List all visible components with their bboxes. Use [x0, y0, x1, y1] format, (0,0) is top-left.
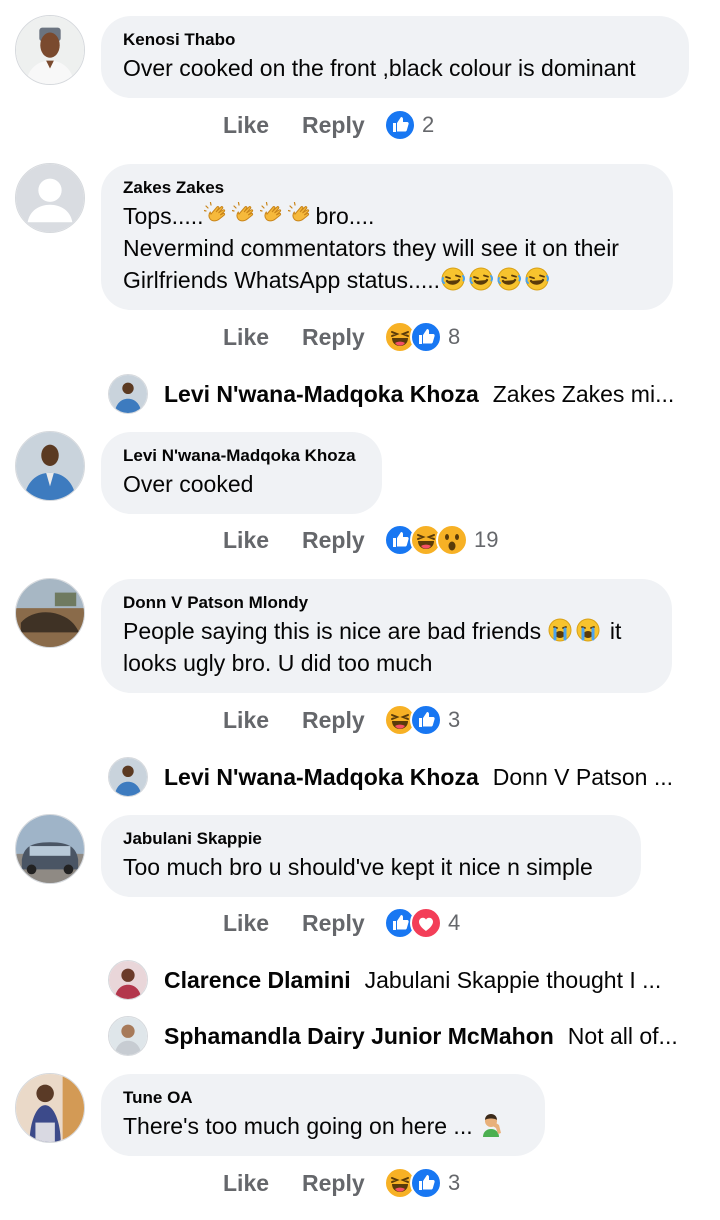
like-reaction-icon [410, 1167, 442, 1199]
avatar-donn-v-patson-mlondy[interactable] [15, 578, 85, 648]
comment-text: Too much bro u should've kept it nice n … [123, 854, 593, 880]
comment-actions: Like Reply 19 [223, 524, 498, 556]
reply-button[interactable]: Reply [302, 707, 384, 734]
comment-text-segment: bro.... [315, 203, 375, 229]
reaction-count: 19 [474, 527, 499, 552]
comment-text-line: Girlfriends WhatsApp status..... [123, 264, 651, 296]
like-reaction-icon [384, 109, 416, 141]
comment-text: Over cooked [123, 471, 254, 497]
reply-button[interactable]: Reply [302, 112, 384, 139]
comment-text-line: looks ugly bro. U did too much [123, 650, 433, 676]
like-button[interactable]: Like [223, 527, 302, 554]
comment-text-line: Nevermind commentators they will see it … [123, 235, 619, 261]
comment-bubble: Tune OA There's too much going on here .… [101, 1074, 545, 1156]
comment-author[interactable]: Donn V Patson Mlondy [123, 593, 650, 613]
comment-actions: Like Reply 4 [223, 907, 460, 939]
avatar-clarence-dlamini [108, 960, 148, 1000]
reaction-summary[interactable]: 4 [384, 907, 460, 939]
reply-preview[interactable]: Clarence Dlamini Jabulani Skappie though… [108, 960, 683, 1000]
comment-text: Over cooked on the front ,black colour i… [123, 55, 636, 81]
comment-text: Tops..... bro.... [123, 200, 651, 232]
comment-text: People saying this is nice are bad frien… [123, 615, 650, 647]
reply-author: Clarence Dlamini [164, 966, 351, 993]
rolling-laughing-icon [524, 266, 550, 292]
reaction-summary[interactable]: 3 [384, 704, 460, 736]
comment-text-segment: Girlfriends WhatsApp status..... [123, 267, 441, 293]
avatar-levi-khoza[interactable] [15, 431, 85, 501]
reaction-summary[interactable]: 19 [384, 524, 498, 556]
comment-text-segment: Tops..... [123, 203, 204, 229]
reaction-count: 8 [448, 324, 461, 349]
reply-snippet: Jabulani Skappie thought I ... [364, 966, 662, 993]
reply-button[interactable]: Reply [302, 1170, 384, 1197]
reaction-summary[interactable]: 3 [384, 1167, 460, 1199]
reply-button[interactable]: Reply [302, 324, 384, 351]
comment-text: There's too much going on here ... [123, 1110, 523, 1142]
reply-button[interactable]: Reply [302, 527, 384, 554]
like-button[interactable]: Like [223, 112, 302, 139]
like-button[interactable]: Like [223, 1170, 302, 1197]
like-reaction-icon [410, 321, 442, 353]
comment-bubble: Zakes Zakes Tops..... bro.... Nevermind c… [101, 164, 673, 310]
reaction-count: 3 [448, 1170, 461, 1195]
wow-reaction-icon [436, 524, 468, 556]
comment-text-segment: There's too much going on here ... [123, 1113, 473, 1139]
reaction-count: 2 [422, 112, 435, 137]
comment-author[interactable]: Kenosi Thabo [123, 30, 667, 50]
avatar-zakes-zakes[interactable] [15, 163, 85, 233]
reply-snippet: Donn V Patson ... [492, 763, 674, 790]
rolling-laughing-icon [440, 266, 466, 292]
reply-author: Levi N'wana-Madqoka Khoza [164, 763, 479, 790]
reply-author: Levi N'wana-Madqoka Khoza [164, 380, 479, 407]
like-reaction-icon [410, 704, 442, 736]
comment-text-segment: it [609, 618, 622, 644]
like-button[interactable]: Like [223, 324, 302, 351]
clapping-hands-icon [232, 202, 258, 228]
reply-preview[interactable]: Levi N'wana-Madqoka Khoza Donn V Patson … [108, 757, 683, 797]
comment-bubble: Levi N'wana-Madqoka Khoza Over cooked [101, 432, 382, 514]
reply-preview[interactable]: Sphamandla Dairy Junior McMahon Not all … [108, 1016, 683, 1056]
comment-author[interactable]: Zakes Zakes [123, 178, 651, 198]
comment-text-segment: People saying this is nice are bad frien… [123, 618, 542, 644]
reply-snippet: Zakes Zakes mi... [492, 380, 675, 407]
avatar-tune-oa[interactable] [15, 1073, 85, 1143]
reply-button[interactable]: Reply [302, 910, 384, 937]
reply-author: Sphamandla Dairy Junior McMahon [164, 1022, 554, 1049]
reaction-summary[interactable]: 8 [384, 321, 460, 353]
reaction-summary[interactable]: 2 [384, 109, 434, 141]
rolling-laughing-icon [496, 266, 522, 292]
like-button[interactable]: Like [223, 910, 302, 937]
clapping-hands-icon [204, 202, 230, 228]
like-button[interactable]: Like [223, 707, 302, 734]
reaction-count: 4 [448, 910, 461, 935]
rolling-laughing-icon [468, 266, 494, 292]
avatar-kenosi-thabo[interactable] [15, 15, 85, 85]
reply-preview[interactable]: Levi N'wana-Madqoka Khoza Zakes Zakes mi… [108, 374, 683, 414]
comment-actions: Like Reply 3 [223, 704, 460, 736]
reply-snippet: Not all of... [567, 1022, 678, 1049]
love-reaction-icon [410, 907, 442, 939]
avatar-levi-khoza [108, 374, 148, 414]
comment-actions: Like Reply 8 [223, 321, 460, 353]
loudly-crying-icon [547, 617, 573, 643]
comment-author[interactable]: Levi N'wana-Madqoka Khoza [123, 446, 360, 466]
loudly-crying-icon [575, 617, 601, 643]
clapping-hands-icon [260, 202, 286, 228]
comment-bubble: Donn V Patson Mlondy People saying this … [101, 579, 672, 693]
avatar-sphamandla-mcmahon [108, 1016, 148, 1056]
avatar-levi-khoza [108, 757, 148, 797]
comment-actions: Like Reply 3 [223, 1167, 460, 1199]
comment-author[interactable]: Jabulani Skappie [123, 829, 619, 849]
man-facepalming-icon [479, 1112, 505, 1138]
clapping-hands-icon [288, 202, 314, 228]
comment-actions: Like Reply 2 [223, 109, 434, 141]
reaction-count: 3 [448, 707, 461, 732]
comment-author[interactable]: Tune OA [123, 1088, 523, 1108]
comment-bubble: Kenosi Thabo Over cooked on the front ,b… [101, 16, 689, 98]
comment-bubble: Jabulani Skappie Too much bro u should'v… [101, 815, 641, 897]
avatar-jabulani-skappie[interactable] [15, 814, 85, 884]
